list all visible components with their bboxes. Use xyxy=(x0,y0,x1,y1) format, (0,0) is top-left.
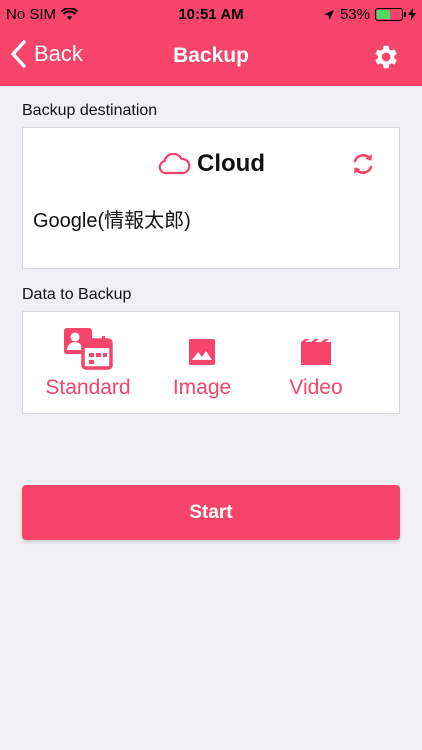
data-item-label: Standard xyxy=(45,376,131,399)
start-button[interactable]: Start xyxy=(22,485,400,540)
header: No SIM 10:51 AM 53% Back Backup xyxy=(0,0,422,86)
navigation-bar: Back Backup xyxy=(0,30,422,86)
destination-card[interactable]: Cloud Google(情報太郎) xyxy=(22,127,400,269)
charging-icon xyxy=(408,8,416,21)
location-icon xyxy=(323,9,334,20)
service-name: Cloud xyxy=(197,150,265,177)
destination-section-label: Backup destination xyxy=(22,102,158,119)
data-item-image[interactable]: Image xyxy=(145,312,259,413)
status-bar: No SIM 10:51 AM 53% xyxy=(0,0,422,30)
data-section-label: Data to Backup xyxy=(22,286,132,303)
cloud-icon xyxy=(158,153,191,175)
data-item-video[interactable]: Video xyxy=(259,312,373,413)
data-item-label: Image xyxy=(172,376,232,399)
data-item-standard[interactable]: Standard xyxy=(31,312,145,413)
service-row: Cloud xyxy=(23,150,399,178)
status-right: 53% xyxy=(323,6,416,23)
refresh-icon[interactable] xyxy=(349,150,377,178)
video-clapper-icon xyxy=(259,312,373,370)
account-name: Google(情報太郎) xyxy=(33,210,191,232)
battery-fill xyxy=(377,10,390,19)
data-card: Standard Image Video xyxy=(22,311,400,414)
page-title: Backup xyxy=(173,44,249,67)
contacts-calendar-icon xyxy=(31,312,145,370)
battery-percent: 53% xyxy=(339,6,370,23)
battery-icon xyxy=(375,8,406,21)
image-icon xyxy=(145,312,259,370)
data-item-label: Video xyxy=(289,376,343,399)
gear-icon[interactable] xyxy=(370,42,400,72)
